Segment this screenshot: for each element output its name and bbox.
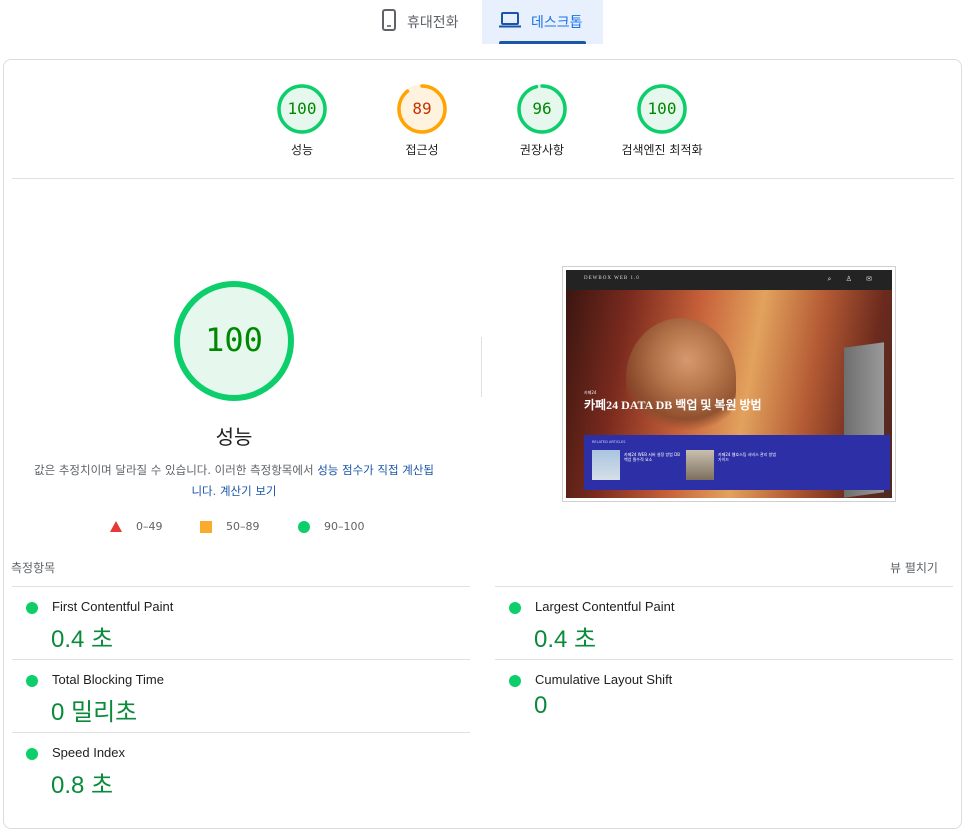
related-panel-label: RELATED ARTICLES [592, 440, 626, 444]
related-item-title: 카페24 WEB 서버 설정 방법 DB 백업 필수적 요소 [624, 452, 680, 462]
tab-desktop[interactable]: 데스크톱 [482, 0, 603, 44]
gauge-label: 접근성 [405, 143, 439, 157]
tab-mobile[interactable]: 휴대전화 [372, 0, 482, 44]
expand-view-toggle[interactable]: 뷰 펼치기 [890, 559, 938, 576]
metric-value: 0 [534, 692, 548, 719]
performance-score: 100 [205, 321, 263, 359]
gauge-performance[interactable]: 100 성능 [252, 83, 352, 158]
divider [12, 178, 954, 179]
related-thumb [592, 450, 620, 480]
gauge-ring: 96 [517, 84, 567, 134]
calculator-link[interactable]: 계산기 보기 [220, 484, 277, 498]
pass-circle-icon [298, 520, 310, 533]
gauge-best-practices[interactable]: 96 권장사항 [492, 83, 592, 158]
gauge-seo[interactable]: 100 검색엔진 최적화 [612, 83, 712, 158]
gauge-label: 성능 [290, 143, 314, 157]
tab-mobile-label: 휴대전화 [407, 15, 459, 31]
metric-value: 0.4 초 [534, 626, 597, 653]
header-icons: ⌕ ♙ ✉ [827, 275, 878, 283]
legend-average: 50–89 [200, 520, 260, 533]
pass-circle-icon [26, 675, 38, 687]
metric-fcp: First Contentful Paint 0.4 초 [12, 586, 470, 659]
metric-tbt: Total Blocking Time 0 밀리초 [12, 659, 470, 732]
description-separator: . [212, 484, 220, 498]
site-logo: DEWBOX WEB 1.0 [584, 276, 640, 281]
related-item-title: 카페24 웹호스팅 서비스 관리 방법 가이드 [718, 452, 777, 462]
legend-pass: 90–100 [298, 520, 365, 533]
metric-value: 0.4 초 [51, 626, 114, 653]
svg-text:100: 100 [648, 99, 677, 118]
pass-circle-icon [509, 675, 521, 687]
page-screenshot: DEWBOX WEB 1.0 ⌕ ♙ ✉ 카페24 카페24 DATA DB 백… [562, 266, 896, 502]
tab-desktop-label: 데스크톱 [531, 15, 583, 31]
metric-name: Speed Index [52, 745, 126, 760]
legend-fail-label: 0–49 [136, 520, 163, 533]
gauge-ring: 100 [277, 84, 327, 134]
pass-circle-icon [26, 748, 38, 760]
vertical-divider [481, 337, 482, 397]
performance-description: 값은 추정치이며 달라질 수 있습니다. 이러한 측정항목에서 성능 점수가 직… [30, 460, 438, 502]
metric-lcp: Largest Contentful Paint 0.4 초 [495, 586, 953, 659]
performance-title: 성능 [215, 425, 253, 449]
metric-name: Cumulative Layout Shift [535, 672, 673, 687]
tab-selected-indicator [499, 41, 586, 44]
legend-average-label: 50–89 [226, 520, 260, 533]
metric-name: Total Blocking Time [52, 672, 164, 687]
site-header: DEWBOX WEB 1.0 ⌕ ♙ ✉ [566, 270, 892, 290]
hero-title: 카페24 DATA DB 백업 및 복원 방법 [584, 398, 762, 412]
mobile-phone-icon [381, 9, 397, 35]
metric-name: First Contentful Paint [52, 599, 174, 614]
score-legend: 0–49 50–89 90–100 [0, 520, 468, 540]
average-square-icon [200, 520, 212, 533]
metric-value: 0 밀리초 [51, 699, 138, 726]
metric-value: 0.8 초 [51, 772, 114, 799]
related-thumb [686, 450, 714, 480]
legend-fail: 0–49 [110, 520, 163, 533]
device-tabs: 휴대전화 데스크톱 [0, 0, 968, 44]
laptop-icon [499, 12, 521, 32]
gauge-ring: 100 [637, 84, 687, 134]
metric-cls: Cumulative Layout Shift 0 [495, 659, 953, 732]
pass-circle-icon [26, 602, 38, 614]
metric-si: Speed Index 0.8 초 [12, 732, 470, 805]
svg-text:100: 100 [288, 99, 317, 118]
gauge-label: 권장사항 [519, 143, 565, 157]
metric-name: Largest Contentful Paint [535, 599, 675, 614]
gauge-accessibility[interactable]: 89 접근성 [372, 83, 472, 158]
fail-triangle-icon [110, 521, 122, 532]
gauge-ring: 89 [397, 84, 447, 134]
metrics-header: 측정항목 [11, 561, 56, 575]
svg-text:89: 89 [412, 99, 431, 118]
description-text: 값은 추정치이며 달라질 수 있습니다. 이러한 측정항목에서 [34, 463, 318, 477]
gauge-label: 검색엔진 최적화 [621, 143, 703, 157]
performance-score-gauge: 100 [172, 279, 296, 403]
legend-pass-label: 90–100 [324, 520, 365, 533]
pass-circle-icon [509, 602, 521, 614]
related-panel: RELATED ARTICLES 카페24 WEB 서버 설정 방법 DB 백업… [584, 435, 890, 490]
svg-text:96: 96 [532, 99, 551, 118]
